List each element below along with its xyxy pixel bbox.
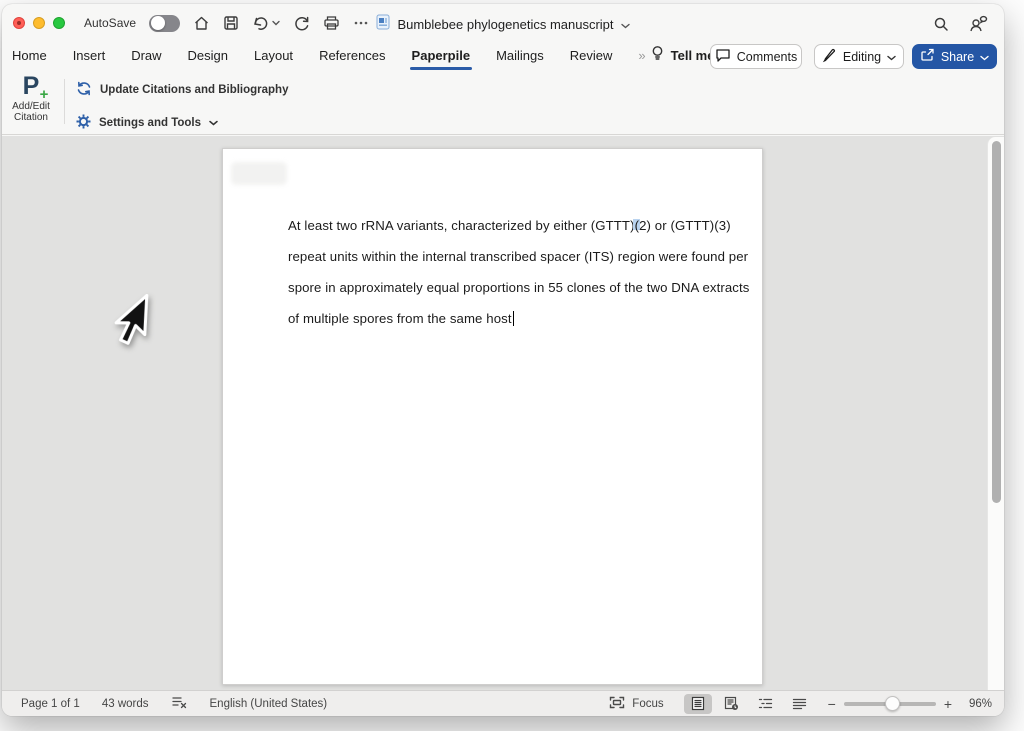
editing-button[interactable]: Editing [814,44,904,69]
ribbon-divider [64,79,65,124]
tab-draw[interactable]: Draw [131,48,161,63]
comments-button[interactable]: Comments [710,44,802,69]
tab-review[interactable]: Review [570,48,613,63]
tab-mailings[interactable]: Mailings [496,48,544,63]
zoom-out-button[interactable]: − [828,697,836,711]
settings-chevron-icon [209,117,218,129]
comment-bubble-icon [715,48,731,65]
document-canvas: At least two rRNA variants, characterize… [2,136,1004,690]
share-chevron-icon [980,50,989,64]
focus-toggle[interactable]: Focus [609,696,663,712]
title-chevron-icon[interactable] [621,16,630,34]
word-count[interactable]: 43 words [102,698,149,710]
lightbulb-icon [651,45,664,67]
zoom-slider-knob[interactable] [885,696,900,711]
update-citations-button[interactable]: Update Citations and Bibliography [76,81,288,99]
paperpile-ribbon: P+ Add/Edit Citation Update Citations an… [2,71,1004,135]
titlebar: AutoSave [2,4,1004,40]
account-share-icon[interactable] [969,15,988,37]
proofing-icon[interactable] [171,695,188,713]
comments-label: Comments [737,50,797,64]
doc-line-4[interactable]: of multiple spores from the same host [288,303,770,334]
language-indicator[interactable]: English (United States) [210,698,328,710]
page-count[interactable]: Page 1 of 1 [21,698,80,710]
zoom-in-button[interactable]: + [944,697,952,711]
text-cursor [513,311,514,326]
print-layout-view-button[interactable] [684,694,712,714]
overflow-chevrons-icon[interactable]: » [638,48,643,63]
tab-design[interactable]: Design [188,48,228,63]
plus-badge: + [40,82,49,108]
editing-label: Editing [843,50,881,64]
refresh-icon [76,81,92,99]
document-title[interactable]: Bumblebee phylogenetics manuscript [397,17,613,32]
editing-chevron-icon [887,50,896,64]
focus-label: Focus [632,698,663,710]
gear-icon [76,114,91,132]
paperpile-logo: P+ [23,73,40,99]
doc-line-2[interactable]: repeat units within the internal transcr… [288,241,770,272]
settings-tools-label: Settings and Tools [99,117,201,129]
view-switcher [684,694,814,714]
tab-layout[interactable]: Layout [254,48,293,63]
tell-me-group[interactable]: » Tell me [638,45,714,67]
zoom-percentage[interactable]: 96% [960,698,992,710]
titlebar-right-icons [933,15,988,37]
blurred-text [231,162,287,185]
doc-line-1[interactable]: At least two rRNA variants, characterize… [288,210,770,241]
share-label: Share [941,50,974,64]
zoom-control: − + 96% [828,697,992,711]
web-layout-view-button[interactable] [718,694,746,714]
document-page[interactable]: At least two rRNA variants, characterize… [222,148,763,685]
document-title-group[interactable]: Bumblebee phylogenetics manuscript [2,14,1004,35]
scrollbar-thumb[interactable] [992,141,1001,503]
word-window: AutoSave [2,4,1004,716]
status-bar: Page 1 of 1 43 words English (United Sta… [2,690,1004,716]
tell-me-label[interactable]: Tell me [671,48,715,63]
add-edit-citation-button[interactable]: P+ Add/Edit Citation [4,73,58,131]
draft-view-button[interactable] [786,694,814,714]
focus-icon [609,696,625,712]
pencil-icon [822,48,837,66]
search-icon[interactable] [933,16,949,37]
share-icon [920,48,935,65]
zoom-slider[interactable] [844,702,936,706]
tab-home[interactable]: Home [12,48,47,63]
vertical-scrollbar[interactable] [987,137,1004,690]
tab-references[interactable]: References [319,48,385,63]
citation-field[interactable]: (2) [635,218,651,233]
ribbon-tabs: Home Insert Draw Design Layout Reference… [12,40,714,71]
outline-view-button[interactable] [752,694,780,714]
update-citations-label: Update Citations and Bibliography [100,84,288,96]
document-text[interactable]: At least two rRNA variants, characterize… [288,210,770,334]
tab-paperpile[interactable]: Paperpile [412,48,471,63]
share-button[interactable]: Share [912,44,997,69]
tab-insert[interactable]: Insert [73,48,106,63]
doc-line-3[interactable]: spore in approximately equal proportions… [288,272,770,303]
ribbon-tab-row: Home Insert Draw Design Layout Reference… [2,40,1004,71]
document-proxy-icon [376,14,390,35]
settings-tools-button[interactable]: Settings and Tools [76,114,288,132]
mouse-cursor-icon [110,292,152,351]
